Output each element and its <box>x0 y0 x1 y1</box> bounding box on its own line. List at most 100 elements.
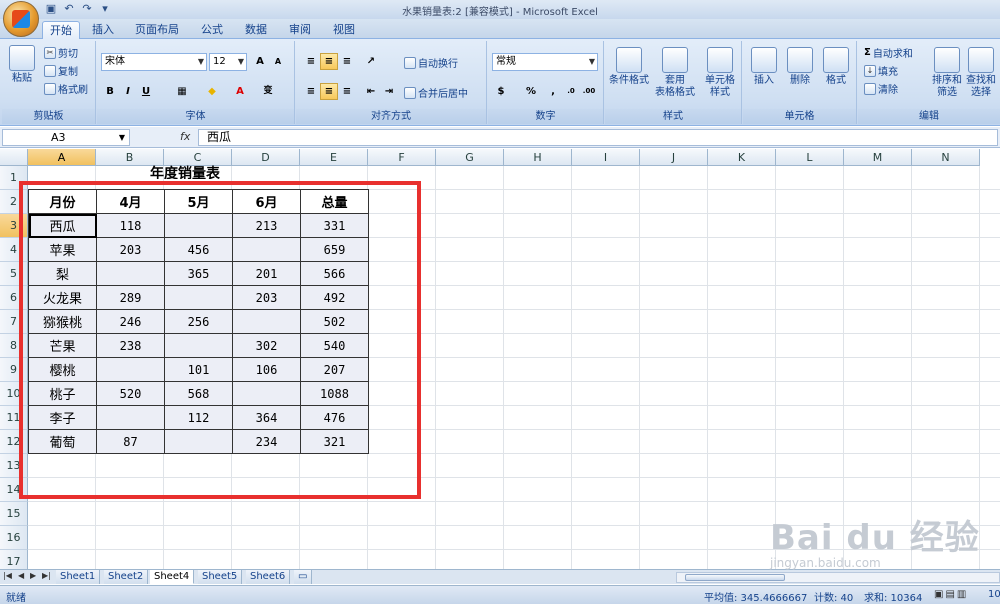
fruit-name-cell[interactable]: 樱桃 <box>28 357 97 382</box>
grow-font-button[interactable]: A <box>251 53 269 70</box>
column-header-h[interactable]: H <box>504 149 572 166</box>
table-cell[interactable]: 101 <box>164 357 233 382</box>
tab-page-layout[interactable]: 页面布局 <box>128 21 186 39</box>
delete-cells-button[interactable]: 删除 <box>783 47 817 87</box>
column-header-l[interactable]: L <box>776 149 844 166</box>
row-header-17[interactable]: 17 <box>0 550 28 569</box>
table-cell[interactable]: 112 <box>164 405 233 430</box>
tab-insert[interactable]: 插入 <box>86 21 120 39</box>
conditional-format-button[interactable]: 条件格式 <box>607 47 651 87</box>
sheet-tab-sheet2[interactable]: Sheet2 <box>104 570 149 584</box>
orientation-icon[interactable]: ↗ <box>362 53 380 70</box>
table-header-cell[interactable]: 总量 <box>300 189 369 214</box>
table-cell[interactable]: 331 <box>300 213 369 238</box>
font-name-select[interactable]: 宋体 ▼ <box>101 53 207 71</box>
table-cell[interactable]: 234 <box>232 429 301 454</box>
italic-button[interactable]: I <box>119 83 137 100</box>
table-header-cell[interactable]: 6月 <box>232 189 301 214</box>
table-cell[interactable]: 520 <box>96 381 165 406</box>
table-cell[interactable] <box>164 285 233 310</box>
find-select-button[interactable]: 查找和 选择 <box>964 47 998 99</box>
column-header-g[interactable]: G <box>436 149 504 166</box>
tab-formulas[interactable]: 公式 <box>194 21 230 39</box>
last-sheet-icon[interactable]: ▶| <box>42 571 51 580</box>
wrap-text-button[interactable]: 自动换行 <box>404 55 458 70</box>
table-cell[interactable]: 201 <box>232 261 301 286</box>
currency-icon[interactable]: $ <box>492 83 510 100</box>
table-cell[interactable]: 364 <box>232 405 301 430</box>
table-cell[interactable]: 476 <box>300 405 369 430</box>
fill-button[interactable]: ↓ 填充 <box>864 63 898 78</box>
autosum-button[interactable]: Σ 自动求和 <box>864 45 913 60</box>
row-header-9[interactable]: 9 <box>0 358 28 382</box>
align-top-icon[interactable]: ≡ <box>302 53 320 70</box>
table-cell[interactable]: 213 <box>232 213 301 238</box>
table-cell[interactable]: 1088 <box>300 381 369 406</box>
table-cell[interactable]: 118 <box>96 213 165 238</box>
column-header-a[interactable]: A <box>28 149 96 166</box>
paste-button[interactable]: 粘贴 <box>6 45 38 85</box>
fruit-name-cell[interactable]: 芒果 <box>28 333 97 358</box>
table-cell[interactable] <box>232 237 301 262</box>
table-cell[interactable]: 207 <box>300 357 369 382</box>
format-cells-button[interactable]: 格式 <box>819 47 853 87</box>
column-header-c[interactable]: C <box>164 149 232 166</box>
tab-data[interactable]: 数据 <box>238 21 274 39</box>
column-header-f[interactable]: F <box>368 149 436 166</box>
table-cell[interactable]: 568 <box>164 381 233 406</box>
table-header-cell[interactable]: 月份 <box>28 189 97 214</box>
table-header-cell[interactable]: 4月 <box>96 189 165 214</box>
row-header-10[interactable]: 10 <box>0 382 28 406</box>
table-cell[interactable]: 238 <box>96 333 165 358</box>
row-header-8[interactable]: 8 <box>0 334 28 358</box>
zoom-level[interactable]: 10 <box>988 589 1000 600</box>
next-sheet-icon[interactable]: ▶ <box>30 571 36 580</box>
table-cell[interactable]: 302 <box>232 333 301 358</box>
phonetic-icon[interactable]: 变 <box>259 83 277 100</box>
table-cell[interactable] <box>232 381 301 406</box>
worksheet-grid[interactable]: ABCDEFGHIJKLMN 1 2 3 4 5 6 7 8 9 10 11 12 13 14 15 16 17… <box>0 149 1000 569</box>
cell-styles-button[interactable]: 单元格 样式 <box>701 47 739 99</box>
sheet-tab-sheet6[interactable]: Sheet6 <box>246 570 291 584</box>
copy-button[interactable]: 复制 <box>44 63 78 78</box>
comma-icon[interactable]: , <box>544 83 562 100</box>
align-left-icon[interactable]: ≡ <box>302 83 320 100</box>
row-header-3[interactable]: 3 <box>0 214 28 238</box>
sheet-tab-sheet1[interactable]: Sheet1 <box>56 570 101 584</box>
row-header-13[interactable]: 13 <box>0 454 28 478</box>
row-header-2[interactable]: 2 <box>0 190 28 214</box>
borders-icon[interactable]: ▦ <box>173 83 191 100</box>
tab-home[interactable]: 开始 <box>42 21 80 39</box>
select-all-corner[interactable] <box>0 149 28 166</box>
cut-button[interactable]: ✂ 剪切 <box>44 45 78 60</box>
prev-sheet-icon[interactable]: ◀ <box>18 571 24 580</box>
row-header-7[interactable]: 7 <box>0 310 28 334</box>
table-cell[interactable]: 566 <box>300 261 369 286</box>
table-cell[interactable] <box>232 309 301 334</box>
first-sheet-icon[interactable]: |◀ <box>3 571 12 580</box>
column-header-k[interactable]: K <box>708 149 776 166</box>
row-header-11[interactable]: 11 <box>0 406 28 430</box>
office-button[interactable] <box>3 1 39 37</box>
table-cell[interactable]: 659 <box>300 237 369 262</box>
table-cell[interactable] <box>96 261 165 286</box>
row-header-6[interactable]: 6 <box>0 286 28 310</box>
fill-color-icon[interactable]: ◆ <box>203 83 221 100</box>
scroll-thumb[interactable] <box>685 574 785 581</box>
increase-indent-icon[interactable]: ⇥ <box>380 83 398 100</box>
column-header-i[interactable]: I <box>572 149 640 166</box>
sheet-tab-sheet5[interactable]: Sheet5 <box>198 570 243 584</box>
tab-review[interactable]: 审阅 <box>282 21 318 39</box>
insert-sheet-icon[interactable]: ▭ <box>294 570 313 584</box>
table-cell[interactable] <box>164 429 233 454</box>
table-cell[interactable]: 321 <box>300 429 369 454</box>
fruit-name-cell[interactable]: 葡萄 <box>28 429 97 454</box>
row-header-15[interactable]: 15 <box>0 502 28 526</box>
table-cell[interactable]: 203 <box>232 285 301 310</box>
align-middle-icon[interactable]: ≡ <box>320 53 338 70</box>
table-cell[interactable] <box>96 357 165 382</box>
view-buttons-icon[interactable]: ▣▤▥ <box>934 589 968 600</box>
table-cell[interactable] <box>164 333 233 358</box>
table-cell[interactable]: 87 <box>96 429 165 454</box>
clear-button[interactable]: 清除 <box>864 81 898 96</box>
